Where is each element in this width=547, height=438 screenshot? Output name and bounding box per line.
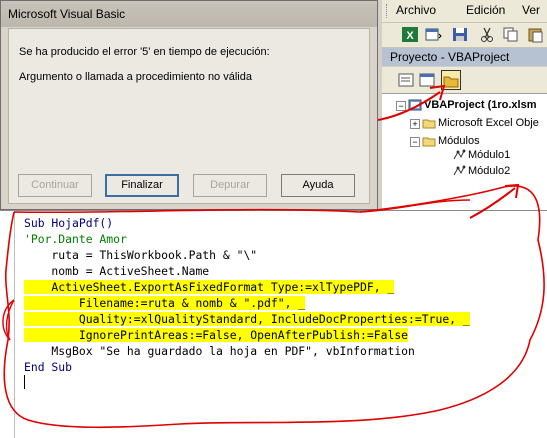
code-text: ruta = ThisWorkbook.Path & "\" bbox=[24, 248, 258, 262]
dialog-titlebar[interactable]: Microsoft Visual Basic bbox=[1, 1, 377, 27]
debug-button[interactable]: Depurar bbox=[193, 174, 267, 197]
code-text: Quality:=xlQualityStandard, IncludeDocPr… bbox=[24, 312, 470, 326]
module-icon bbox=[453, 165, 466, 176]
text-caret bbox=[24, 375, 25, 389]
code-gutter bbox=[0, 211, 15, 438]
code-line-1[interactable]: Sub HojaPdf() bbox=[24, 215, 113, 231]
code-line-6-highlighted[interactable]: Filename:=ruta & nomb & ".pdf", _ bbox=[24, 295, 306, 311]
code-line-5-highlighted[interactable]: ActiveSheet.ExportAsFixedFormat Type:=xl… bbox=[24, 279, 395, 295]
tree-module-1[interactable]: Módulo1 bbox=[468, 147, 510, 163]
dialog-body: Se ha producido el error '5' en tiempo d… bbox=[8, 28, 370, 204]
tree-excel-objects[interactable]: Microsoft Excel Obje bbox=[438, 115, 539, 131]
code-text: End Sub bbox=[24, 360, 73, 374]
open-folder-icon bbox=[422, 137, 436, 147]
code-line-8-highlighted[interactable]: IgnorePrintAreas:=False, OpenAfterPublis… bbox=[24, 327, 409, 343]
svg-text:X: X bbox=[406, 30, 414, 42]
paste-icon[interactable] bbox=[527, 26, 545, 43]
code-comment: 'Por.Dante Amor bbox=[24, 232, 127, 246]
tree-root-label[interactable]: VBAProject (1ro.xlsm bbox=[424, 97, 536, 113]
view-code-icon[interactable] bbox=[397, 71, 415, 89]
menu-grip bbox=[386, 4, 390, 18]
error-message: Se ha producido el error '5' en tiempo d… bbox=[19, 46, 270, 58]
error-description: Argumento o llamada a procedimiento no v… bbox=[19, 71, 252, 83]
menu-edicion[interactable]: Edición bbox=[466, 3, 505, 17]
collapse-modules-toggle[interactable]: − bbox=[410, 137, 420, 147]
cut-icon[interactable] bbox=[478, 26, 496, 43]
view-object-icon[interactable] bbox=[418, 71, 436, 89]
code-line-7-highlighted[interactable]: Quality:=xlQualityStandard, IncludeDocPr… bbox=[24, 311, 470, 327]
dialog-title: Microsoft Visual Basic bbox=[8, 7, 126, 21]
folder-icon bbox=[422, 119, 436, 129]
menu-ver[interactable]: Ver bbox=[522, 3, 540, 17]
help-button[interactable]: Ayuda bbox=[281, 174, 355, 197]
collapse-root-toggle[interactable]: − bbox=[396, 101, 406, 111]
code-line-10[interactable]: End Sub bbox=[24, 359, 72, 375]
error-dialog: Microsoft Visual Basic Se ha producido e… bbox=[0, 0, 378, 210]
toggle-folders-icon[interactable] bbox=[441, 70, 461, 90]
menu-archivo[interactable]: Archivo bbox=[396, 3, 436, 17]
copy-icon[interactable] bbox=[502, 26, 520, 43]
save-icon[interactable] bbox=[451, 26, 469, 43]
code-text: IgnorePrintAreas:=False, OpenAfterPublis… bbox=[24, 328, 409, 342]
code-line-2[interactable]: 'Por.Dante Amor bbox=[24, 231, 127, 247]
code-text: ActiveSheet.ExportAsFixedFormat Type:=xl… bbox=[24, 280, 395, 294]
code-line-4[interactable]: nomb = ActiveSheet.Name bbox=[24, 263, 209, 279]
code-text: Filename:=ruta & nomb & ".pdf", _ bbox=[24, 296, 306, 310]
expand-excel-objects-toggle[interactable]: + bbox=[410, 119, 420, 129]
code-line-3[interactable]: ruta = ThisWorkbook.Path & "\" bbox=[24, 247, 257, 263]
continue-button[interactable]: Continuar bbox=[18, 174, 92, 197]
code-window[interactable]: Sub HojaPdf() 'Por.Dante Amor ruta = Thi… bbox=[0, 210, 547, 438]
vba-project-icon bbox=[408, 99, 422, 111]
end-button[interactable]: Finalizar bbox=[105, 174, 179, 197]
module-icon bbox=[453, 149, 466, 160]
code-text: MsgBox "Se ha guardado la hoja en PDF", … bbox=[24, 344, 415, 358]
excel-view-icon[interactable]: X bbox=[401, 26, 419, 43]
code-text: Sub HojaPdf() bbox=[24, 216, 114, 230]
code-line-9[interactable]: MsgBox "Se ha guardado la hoja en PDF", … bbox=[24, 343, 415, 359]
insert-module-icon[interactable] bbox=[424, 26, 442, 43]
tree-module-2[interactable]: Módulo2 bbox=[468, 163, 510, 179]
code-text: nomb = ActiveSheet.Name bbox=[24, 264, 210, 278]
project-pane-title: Proyecto - VBAProject bbox=[382, 48, 547, 66]
